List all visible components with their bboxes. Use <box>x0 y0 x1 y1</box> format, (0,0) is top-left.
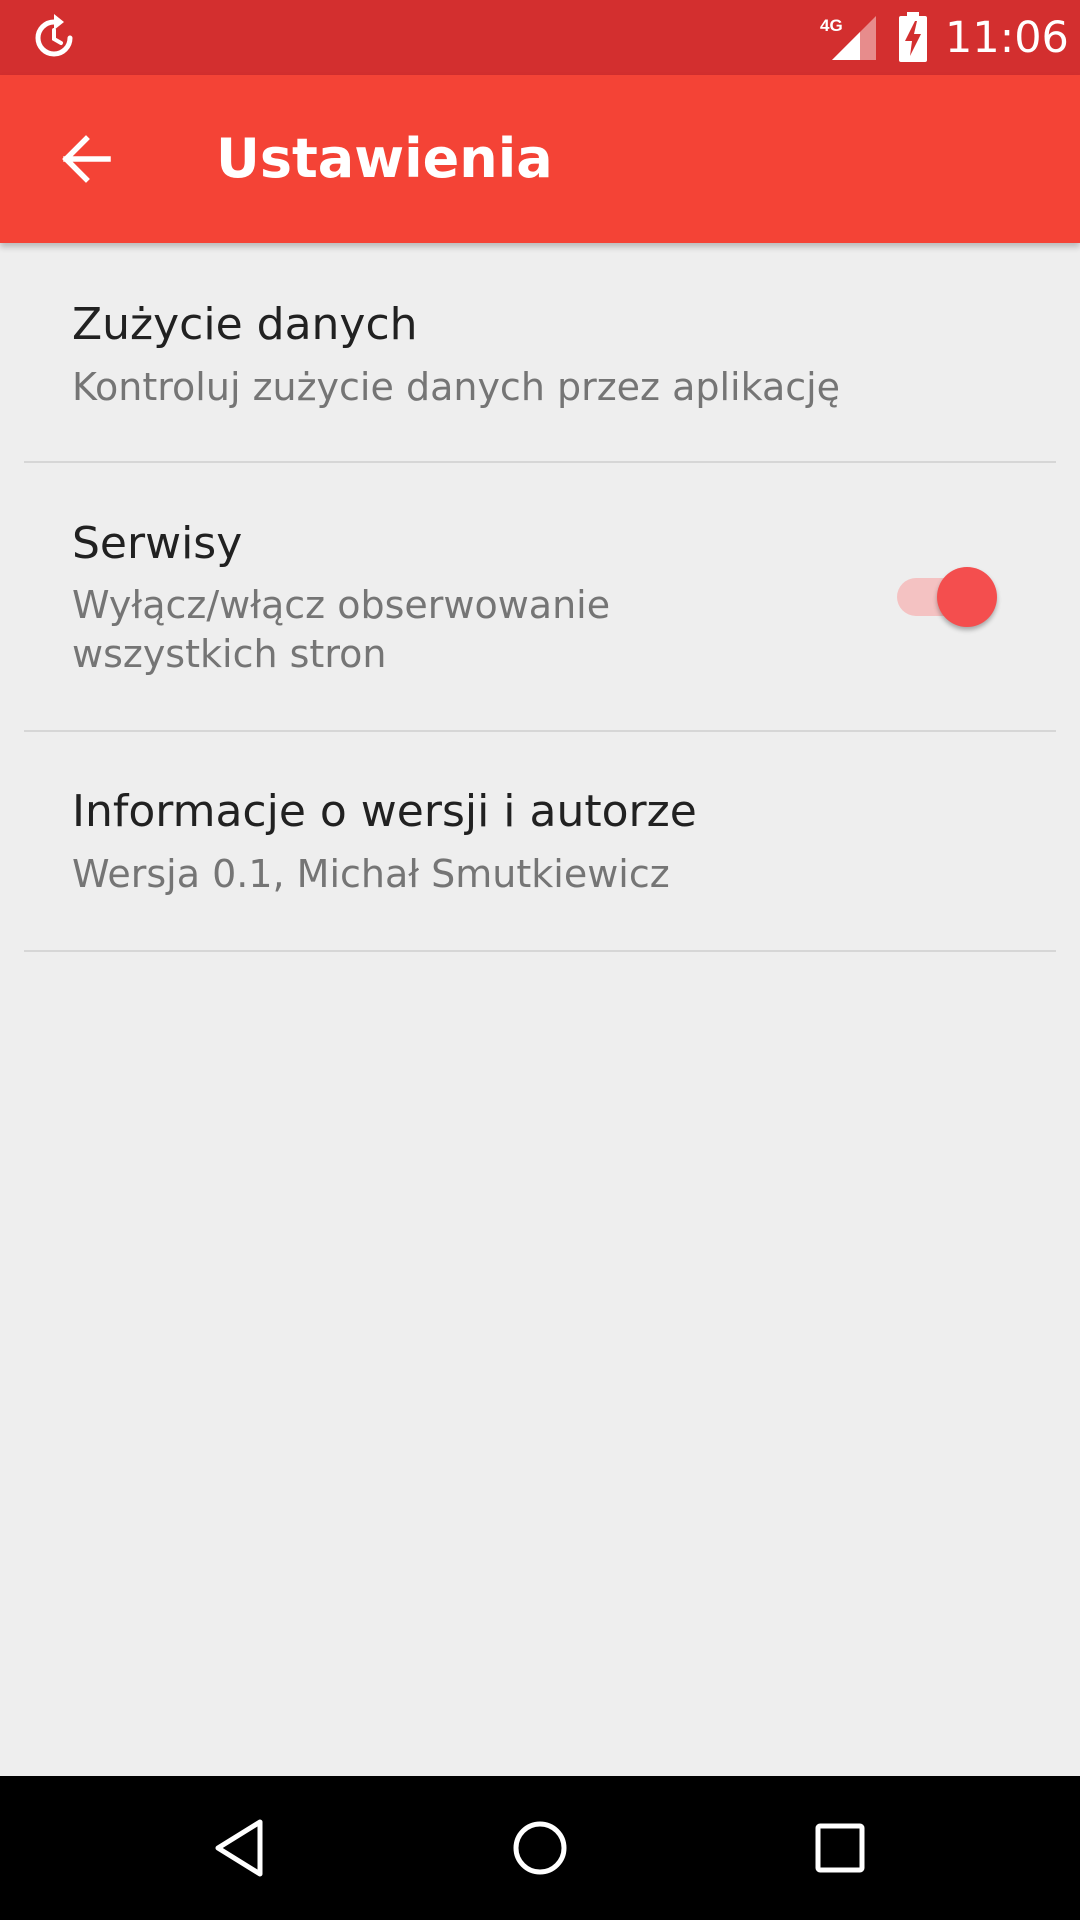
nav-back-icon <box>215 1819 263 1877</box>
setting-title: Serwisy <box>72 518 243 569</box>
services-toggle-switch[interactable] <box>893 562 1003 628</box>
nav-recents-button[interactable] <box>790 1798 890 1898</box>
switch-thumb <box>937 567 997 627</box>
status-clock: 11:06 <box>945 13 1069 63</box>
setting-summary-line-1: Wyłącz/włącz obserwowanie <box>72 583 611 627</box>
setting-data-usage[interactable]: Zużycie danych Kontroluj zużycie danych … <box>0 243 1080 461</box>
sync-icon <box>35 14 73 57</box>
page-title: Ustawienia <box>216 127 553 190</box>
back-button[interactable] <box>40 113 132 205</box>
navigation-bar <box>0 1776 1080 1920</box>
network-type-label: 4G <box>820 16 843 35</box>
battery-charging-icon <box>899 12 927 62</box>
setting-title: Zużycie danych <box>72 299 418 350</box>
setting-summary-line-2: wszystkich stron <box>72 632 387 676</box>
nav-home-icon <box>513 1821 567 1875</box>
nav-home-button[interactable] <box>490 1798 590 1898</box>
nav-recents-icon <box>815 1823 865 1873</box>
setting-summary: Kontroluj zużycie danych przez aplikację <box>72 365 841 409</box>
signal-icon: 4G <box>820 16 876 60</box>
app-bar: Ustawienia <box>0 75 1080 243</box>
setting-summary: Wersja 0.1, Michał Smutkiewicz <box>72 852 670 896</box>
divider <box>24 950 1056 952</box>
arrow-back-icon <box>62 135 111 183</box>
nav-back-button[interactable] <box>190 1798 290 1898</box>
status-bar: 4G 11:06 <box>0 0 1080 75</box>
setting-title: Informacje o wersji i autorze <box>72 786 697 837</box>
setting-about[interactable]: Informacje o wersji i autorze Wersja 0.1… <box>0 732 1080 950</box>
